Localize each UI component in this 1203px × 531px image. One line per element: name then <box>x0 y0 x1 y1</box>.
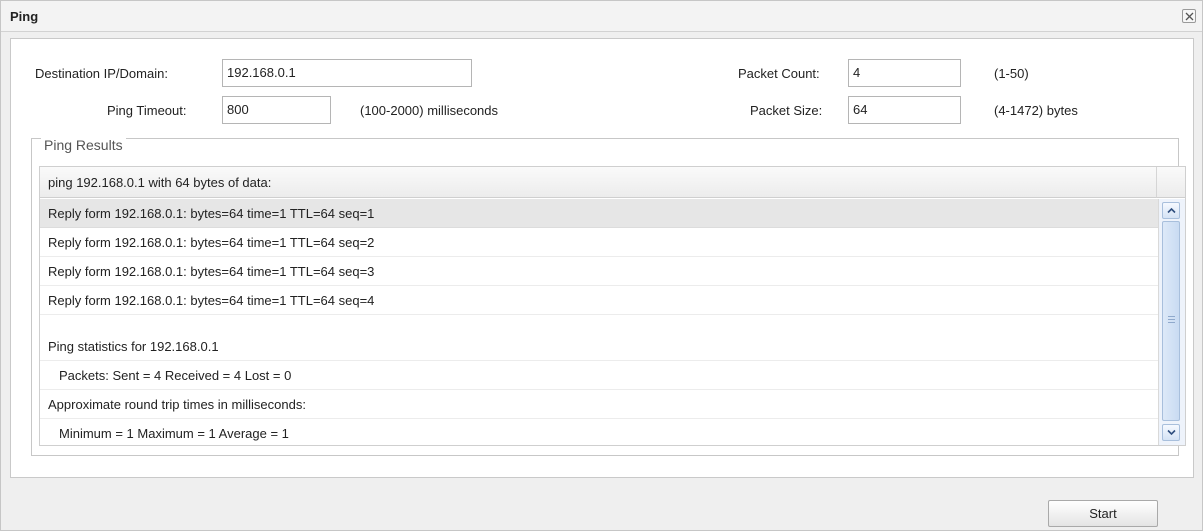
result-row-text: Packets: Sent = 4 Received = 4 Lost = 0 <box>59 368 292 383</box>
result-row-blank <box>40 315 1158 332</box>
destination-label: Destination IP/Domain: <box>35 66 168 81</box>
result-row-text: Reply form 192.168.0.1: bytes=64 time=1 … <box>48 235 375 250</box>
ping-timeout-input[interactable]: 800 <box>222 96 331 124</box>
grip-icon <box>1168 316 1175 323</box>
result-row[interactable]: Reply form 192.168.0.1: bytes=64 time=1 … <box>40 228 1158 257</box>
ping-window: Ping Destination IP/Domain: 192.168.0.1 … <box>0 0 1203 531</box>
ping-results-legend: Ping Results <box>41 137 126 153</box>
packet-size-hint: (4-1472) bytes <box>994 103 1078 118</box>
chevron-down-icon <box>1167 429 1176 436</box>
result-row-text: Reply form 192.168.0.1: bytes=64 time=1 … <box>48 206 375 221</box>
result-row[interactable]: Approximate round trip times in millisec… <box>40 390 1158 419</box>
vertical-scrollbar[interactable] <box>1158 199 1185 445</box>
destination-input[interactable]: 192.168.0.1 <box>222 59 472 87</box>
scroll-down-button[interactable] <box>1162 424 1180 441</box>
close-icon[interactable] <box>1182 9 1196 23</box>
result-row-text: Ping statistics for 192.168.0.1 <box>48 339 219 354</box>
packet-count-hint: (1-50) <box>994 66 1029 81</box>
result-row-text: Minimum = 1 Maximum = 1 Average = 1 <box>59 426 289 441</box>
window-title: Ping <box>10 9 39 24</box>
title-bar: Ping <box>1 1 1202 32</box>
result-row[interactable]: Packets: Sent = 4 Received = 4 Lost = 0 <box>40 361 1158 390</box>
result-row[interactable]: Reply form 192.168.0.1: bytes=64 time=1 … <box>40 286 1158 315</box>
packet-size-label: Packet Size: <box>750 103 823 118</box>
footer-bar <box>1 494 1202 530</box>
result-row[interactable]: Ping statistics for 192.168.0.1 <box>40 332 1158 361</box>
result-row-text: Reply form 192.168.0.1: bytes=64 time=1 … <box>48 264 375 279</box>
packet-size-input[interactable]: 64 <box>848 96 961 124</box>
ping-timeout-hint: (100-2000) milliseconds <box>360 103 499 118</box>
result-row-text: Approximate round trip times in millisec… <box>48 397 306 412</box>
result-rows: Reply form 192.168.0.1: bytes=64 time=1 … <box>40 199 1158 445</box>
grid-header: ping 192.168.0.1 with 64 bytes of data: <box>40 167 1157 198</box>
scroll-thumb[interactable] <box>1162 221 1180 421</box>
result-row-text: Reply form 192.168.0.1: bytes=64 time=1 … <box>48 293 375 308</box>
ping-results-grid: ping 192.168.0.1 with 64 bytes of data: … <box>39 166 1186 446</box>
result-row[interactable]: Reply form 192.168.0.1: bytes=64 time=1 … <box>40 199 1158 228</box>
ping-timeout-label: Ping Timeout: <box>107 103 187 118</box>
scroll-up-button[interactable] <box>1162 202 1180 219</box>
chevron-up-icon <box>1167 207 1176 214</box>
grid-header-corner <box>1157 167 1185 198</box>
grid-header-text: ping 192.168.0.1 with 64 bytes of data: <box>48 175 272 190</box>
result-row[interactable]: Minimum = 1 Maximum = 1 Average = 1 <box>40 419 1158 445</box>
result-row[interactable]: Reply form 192.168.0.1: bytes=64 time=1 … <box>40 257 1158 286</box>
packet-count-input[interactable]: 4 <box>848 59 961 87</box>
packet-count-label: Packet Count: <box>738 66 820 81</box>
start-button[interactable]: Start <box>1048 500 1158 527</box>
